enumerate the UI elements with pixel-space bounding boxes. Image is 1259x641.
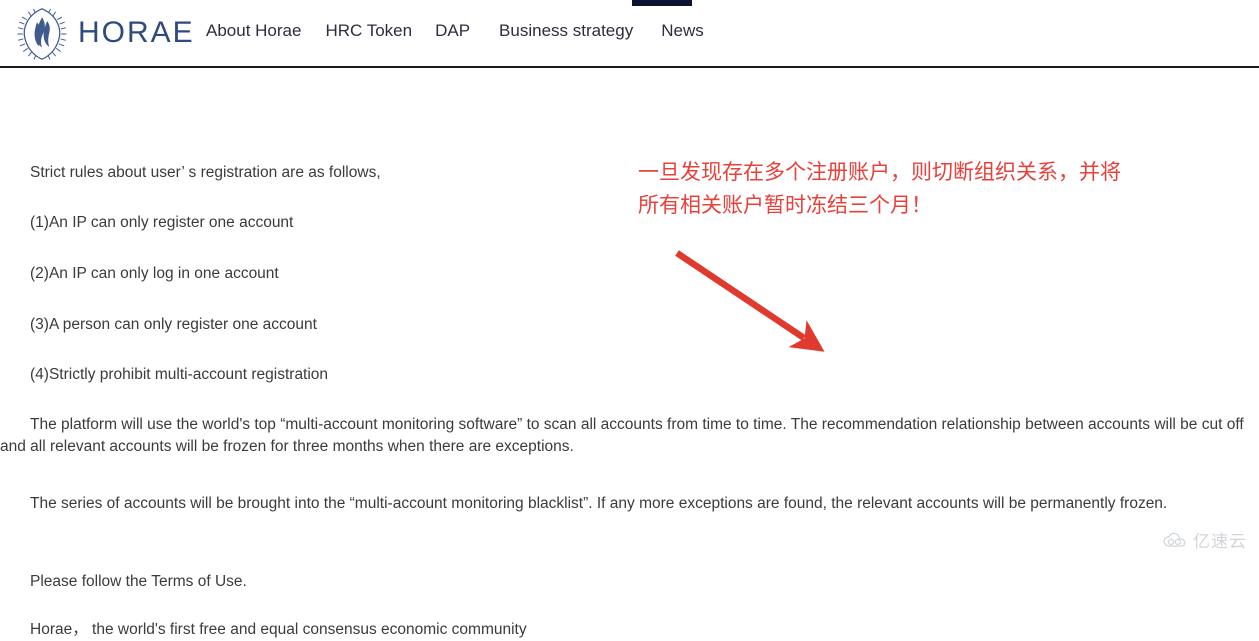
site-header: HORAE About Horae HRC Token DAP Business… — [0, 0, 1259, 68]
nav-item-about-horae[interactable]: About Horae — [206, 22, 301, 39]
brand-name: HORAE — [78, 16, 195, 49]
main-navigation: About Horae HRC Token DAP Business strat… — [206, 22, 704, 39]
nav-item-dap[interactable]: DAP — [435, 22, 470, 39]
nav-item-hrc-token[interactable]: HRC Token — [325, 22, 412, 39]
brand-logo[interactable]: HORAE — [14, 6, 195, 62]
nav-item-news[interactable]: News — [661, 22, 704, 39]
terms-notice: Please follow the Terms of Use. — [30, 573, 247, 590]
watermark: 亿速云 — [1163, 527, 1247, 552]
rule-item: (2)An IP can only log in one account — [30, 265, 279, 282]
nav-item-business-strategy[interactable]: Business strategy — [499, 22, 633, 39]
intro-text: Strict rules about user’ s registration … — [30, 164, 381, 181]
rule-item: (4)Strictly prohibit multi-account regis… — [30, 366, 329, 383]
flame-laurel-logo-icon — [17, 8, 67, 60]
policy-paragraph: The platform will use the world's top “m… — [0, 416, 1244, 456]
policy-paragraph: The series of accounts will be brought i… — [30, 495, 1168, 512]
red-annotation-text: 一旦发现存在多个注册账户，则切断组织关系，并将 所有相关账户暂时冻结三个月！ — [638, 160, 1121, 217]
watermark-text: 亿速云 — [1193, 532, 1247, 552]
rule-item: (1)An IP can only register one account — [30, 214, 294, 231]
active-nav-indicator — [632, 0, 692, 6]
rule-item: (3)A person can only register one accoun… — [30, 316, 317, 333]
tagline-text: Horae， the world's first free and equal … — [30, 621, 527, 638]
cloud-icon — [1163, 532, 1186, 547]
